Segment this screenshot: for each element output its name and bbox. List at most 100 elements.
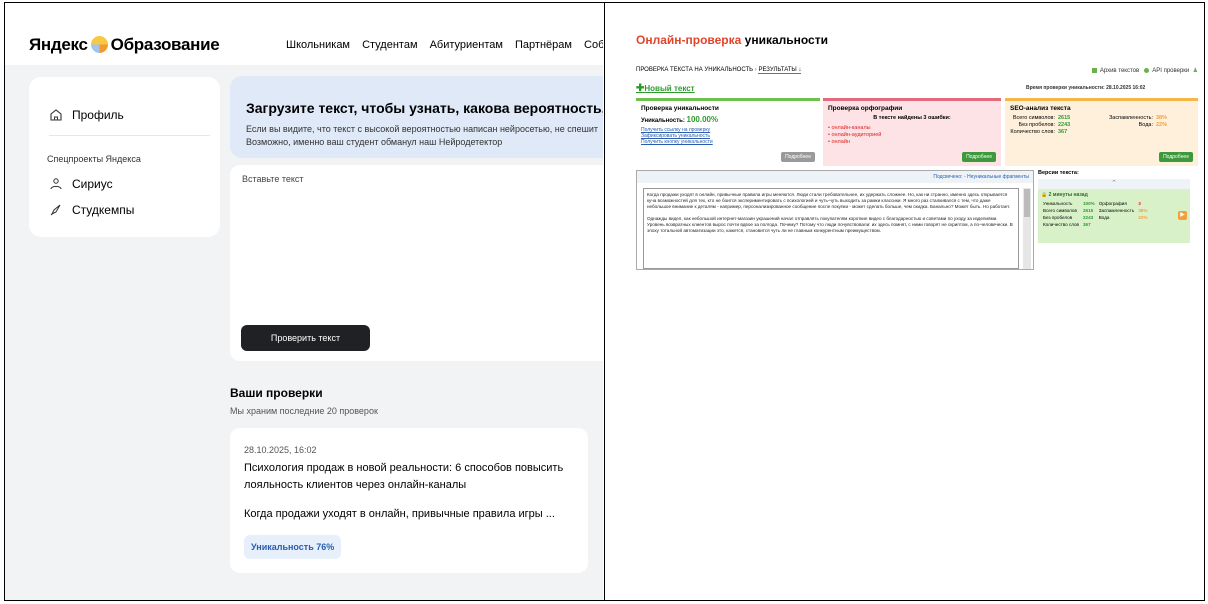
uniqueness-value: 100.00% (686, 115, 719, 124)
stat-value: 100% (1082, 201, 1095, 206)
chevron-up-icon[interactable]: ⌃ (1038, 179, 1190, 189)
check-date: 28.10.2025, 16:02 (244, 445, 317, 455)
text-scrollbar[interactable] (1023, 188, 1031, 269)
title-highlight: Онлайн-проверка (636, 33, 742, 47)
uniqueness-label: Уникальность: (641, 118, 685, 124)
page-title: Онлайн-проверка уникальности (636, 33, 828, 47)
scrollbar-thumb[interactable] (1024, 189, 1030, 217)
sidebar-divider (49, 135, 210, 136)
check-title: Психология продаж в новой реальности: 6 … (244, 462, 564, 491)
logo[interactable]: Яндекс Образование (29, 35, 220, 55)
text-paragraph: Когда продажи уходят в онлайн, привычные… (647, 192, 1011, 209)
seo-value: 367 (1058, 129, 1068, 135)
highlight-legend[interactable]: Подсвечено: ◦ Неуникальные фрагменты (637, 171, 1033, 183)
yandex-education-panel: Яндекс Образование Школьникам Студентам А… (5, 3, 603, 600)
stat-value: 3 (1138, 201, 1141, 206)
text-input-area[interactable]: Вставьте текст Проверить текст (230, 165, 603, 361)
seo-row: Всего символов: 2615 Заспамленность: 38% (1010, 115, 1193, 122)
version-time: 🔒 2 минуты назад (1041, 192, 1088, 198)
uniqueness-more-button[interactable]: Подробнее (781, 152, 815, 162)
stat-value: 2615 (1082, 208, 1094, 213)
text-paragraph: Однажды видел, как небольшой интернет-ма… (647, 216, 1013, 233)
page-body: Профиль Спецпроекты Яндекса Сириус Студк… (5, 65, 603, 600)
user-icon[interactable]: ♟ (1193, 68, 1198, 74)
breadcrumb-current[interactable]: РЕЗУЛЬТАТЫ ↓ (758, 67, 802, 74)
seo-key: Количество слов: (1010, 129, 1055, 135)
seo-key: Всего символов: (1012, 115, 1055, 121)
result-boxes: Проверка уникальности Уникальность: 100.… (636, 98, 1198, 166)
seo-value: 38% (1156, 115, 1168, 121)
checks-title: Ваши проверки (230, 386, 323, 400)
uniqueness-badge: Уникальность 76% (244, 535, 342, 559)
spelling-box: Проверка орфографии В тексте найдены 3 о… (823, 98, 1001, 166)
stat-key: Без пробелов (1043, 215, 1073, 220)
logo-product: Образование (110, 35, 220, 54)
sidebar-item-label: Профиль (72, 108, 124, 122)
stat-key: Количество слов (1043, 222, 1079, 227)
checks-subtitle: Мы храним последние 20 проверок (230, 406, 378, 416)
spelling-box-title: Проверка орфографии (828, 105, 903, 112)
upload-banner: Загрузите текст, чтобы узнать, какова ве… (230, 76, 603, 158)
text-viewer: Подсвечено: ◦ Неуникальные фрагменты Ког… (636, 170, 1034, 270)
nav-item-partners[interactable]: Партнёрам (515, 39, 572, 51)
top-links: Архив текстов API проверки ♟ (1091, 67, 1198, 74)
stat-key: Орфография (1098, 201, 1127, 206)
nav-item-applicants[interactable]: Абитуриентам (430, 39, 503, 51)
seo-box-title: SEO-анализ текста (1010, 105, 1071, 112)
sidebar-item-studcamps[interactable]: Студкемпы (49, 203, 134, 217)
text-placeholder: Вставьте текст (242, 174, 304, 184)
nav-item-schoolchildren[interactable]: Школьникам (286, 39, 350, 51)
banner-text-1: Если вы видите, что текст с высокой веро… (246, 124, 598, 134)
check-card[interactable]: 28.10.2025, 16:02 Психология продаж в но… (230, 428, 588, 573)
seo-value: 2243 (1058, 122, 1071, 128)
uniqueness-checker-panel: Онлайн-проверка уникальности ПРОВЕРКА ТЕ… (606, 3, 1204, 600)
seo-box: SEO-анализ текста Всего символов: 2615 Зас… (1005, 98, 1198, 166)
spelling-error: • онлайн-каналы (828, 125, 871, 131)
check-text-button[interactable]: Проверить текст (241, 325, 370, 351)
breadcrumb-item[interactable]: ПРОВЕРКА ТЕКСТА НА УНИКАЛЬНОСТЬ (636, 67, 753, 73)
title-rest: уникальности (741, 33, 828, 47)
stat-key: Вода (1098, 215, 1110, 220)
breadcrumb: ПРОВЕРКА ТЕКСТА НА УНИКАЛЬНОСТЬ › РЕЗУЛЬ… (636, 67, 1198, 74)
seo-value: 22% (1156, 122, 1168, 128)
new-text-label: Новый текст (644, 84, 695, 93)
sidebar: Профиль Спецпроекты Яндекса Сириус Студк… (29, 77, 220, 237)
check-time: Время проверки уникальности: 28.10.2025 … (1026, 85, 1146, 91)
seo-value: 2615 (1058, 115, 1071, 121)
logo-brand: Яндекс (29, 35, 88, 54)
uniqueness-box-title: Проверка уникальности (641, 105, 719, 112)
seo-row: Без пробелов: 2243 Вода: 22% (1010, 122, 1193, 129)
archive-icon (1091, 68, 1097, 73)
spelling-more-button[interactable]: Подробнее (962, 152, 996, 162)
spelling-error: • онлайн-аудиторией (828, 132, 882, 138)
home-icon (50, 109, 62, 121)
header: Яндекс Образование Школьникам Студентам А… (5, 3, 603, 65)
stat-value: 22% (1138, 215, 1148, 220)
check-excerpt: Когда продажи уходят в онлайн, привычные… (244, 508, 555, 520)
sidebar-item-label: Сириус (72, 177, 113, 191)
uniqueness-score: Уникальность: 100.00% (641, 115, 815, 124)
sidebar-item-sirius[interactable]: Сириус (49, 177, 113, 191)
stat-value: 367 (1082, 222, 1091, 227)
versions-panel: Версии текста: ⌃ 🔒 2 минуты назад Уникал… (1038, 170, 1190, 270)
seo-key: Вода: (1138, 122, 1153, 128)
sidebar-item-label: Студкемпы (72, 203, 135, 217)
nav-item-students[interactable]: Студентам (362, 39, 417, 51)
people-icon (50, 178, 62, 190)
version-item[interactable]: 🔒 2 минуты назад Уникальность 100% Орфогра… (1038, 189, 1190, 243)
chevron-right-icon[interactable]: ▶ (1178, 211, 1187, 220)
seo-key: Заспамленность: (1108, 115, 1153, 121)
seo-more-button[interactable]: Подробнее (1159, 152, 1193, 162)
stat-value: 2243 (1082, 215, 1094, 220)
flower-logo-icon (90, 36, 108, 53)
new-text-link[interactable]: ✚Новый текст (636, 83, 695, 94)
panel-divider (604, 2, 605, 601)
sidebar-item-profile[interactable]: Профиль (49, 108, 124, 122)
checked-text[interactable]: Когда продажи уходят в онлайн, привычные… (643, 188, 1019, 269)
nav-item-events[interactable]: События (584, 39, 603, 51)
get-button-link[interactable]: Получить кнопку уникальности (641, 139, 815, 145)
archive-link[interactable]: Архив текстов (1100, 68, 1139, 74)
stat-key: Уникальность (1043, 201, 1073, 206)
api-link[interactable]: API проверки (1152, 68, 1189, 74)
spelling-subtitle: В тексте найдены 3 ошибки: (873, 115, 951, 121)
